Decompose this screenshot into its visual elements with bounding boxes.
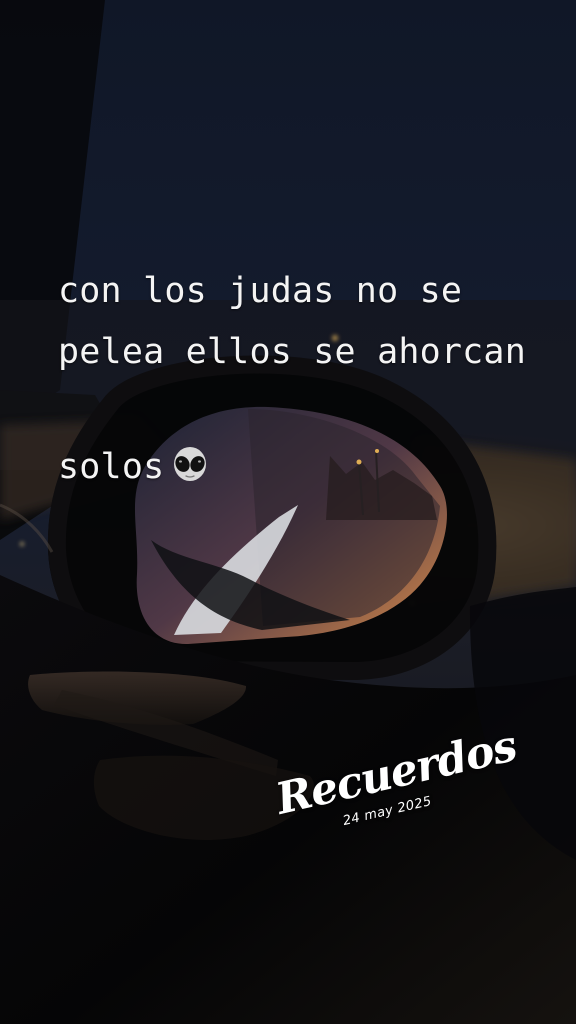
caption-text: con los judas no se pelea ellos se ahorc… <box>58 271 526 487</box>
story-caption: con los judas no se pelea ellos se ahorc… <box>58 200 576 498</box>
night-car-mirror-photo <box>0 0 576 1024</box>
story-frame: con los judas no se pelea ellos se ahorc… <box>0 0 576 1024</box>
alien-icon <box>170 383 210 481</box>
